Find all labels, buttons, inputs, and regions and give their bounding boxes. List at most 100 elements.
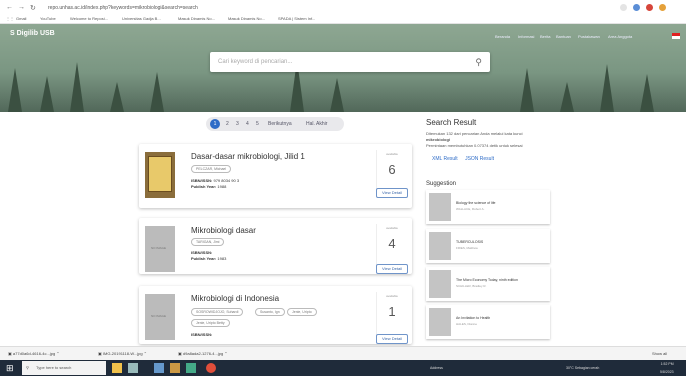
bookmark[interactable]: Universitas Gadja B... <box>122 15 161 22</box>
suggestion-item[interactable]: The Micro Economy Today, ninth edition S… <box>426 267 550 301</box>
bookmark[interactable]: SPADA | Sistem Inf... <box>278 15 315 22</box>
browser-chrome: ← → ↻ repo.unhas.ac.id/index.php?keyword… <box>0 0 686 24</box>
author-chip[interactable]: Jenie, Uripto Betty <box>191 319 230 327</box>
book-title[interactable]: Mikrobiologi dasar <box>191 226 256 235</box>
reload-icon[interactable]: ↻ <box>30 4 36 12</box>
bookmark[interactable]: Gmail <box>16 15 26 22</box>
nav-berita[interactable]: Berita <box>540 34 550 39</box>
address-toolbar[interactable]: Address <box>430 360 443 376</box>
bookmark[interactable]: Welcome to Reposi... <box>70 15 108 22</box>
suggestion-item[interactable]: An Invitation to Health HALES, Dianne <box>426 305 550 339</box>
show-all-button[interactable]: Show all <box>652 347 667 361</box>
nav-informasi[interactable]: Informasi <box>518 34 534 39</box>
publish-year: Publish Year: 1988 <box>191 184 227 189</box>
nav-pustakawan[interactable]: Pustakawan <box>578 34 600 39</box>
nav-bantuan[interactable]: Bantuan <box>556 34 571 39</box>
site-logo[interactable]: S Digilib USB <box>10 30 55 37</box>
forward-icon[interactable]: → <box>18 4 25 11</box>
search-input[interactable]: Cari keyword di pencarian... ⚲ <box>210 52 490 72</box>
book-cover[interactable]: NO IMAGE <box>145 226 175 272</box>
book-cover[interactable] <box>145 152 175 198</box>
book-cover[interactable]: NO IMAGE <box>145 294 175 340</box>
suggestion-cover <box>429 270 451 298</box>
next-page[interactable]: Berikutnya <box>268 117 292 131</box>
task-view-icon[interactable] <box>128 363 138 373</box>
availability: available 4 <box>376 224 406 268</box>
page-2[interactable]: 2 <box>226 117 229 131</box>
suggestion-author: SCHILLER, Bradley R. <box>456 284 487 288</box>
book-title[interactable]: Mikrobiologi di Indonesia <box>191 294 279 303</box>
chrome-icon[interactable] <box>206 363 216 373</box>
address-bar[interactable]: repo.unhas.ac.id/index.php?keywords=mikr… <box>44 3 624 13</box>
apps-icon[interactable]: ⋮⋮ <box>6 15 14 22</box>
suggestion-title: Biology the science of life <box>456 201 496 205</box>
clock[interactable]: 1:52 PM 5/8/2023 <box>660 360 674 376</box>
suggestion-cover <box>429 193 451 221</box>
suggestion-item[interactable]: TUBERCULOSIS FRIES, Matthew <box>426 229 550 263</box>
app-icon[interactable] <box>186 363 196 373</box>
view-detail-button[interactable]: View Detail <box>376 188 408 198</box>
app-icon[interactable] <box>112 363 122 373</box>
suggestion-title: TUBERCULOSIS <box>456 240 484 244</box>
publish-year: Publish Year: 1983 <box>191 256 227 261</box>
availability: available 1 <box>376 292 406 336</box>
json-result-link[interactable]: JSON Result <box>465 156 494 162</box>
page-5[interactable]: 5 <box>256 117 259 131</box>
file-icon: ▣ <box>98 351 102 356</box>
book-title[interactable]: Dasar-dasar mikrobiologi, Jilid 1 <box>191 152 305 161</box>
bookmark[interactable]: Masuk Dinamis No... <box>228 15 265 22</box>
suggestion-author: FRIES, Matthew <box>456 246 478 250</box>
download-item[interactable]: ▣ d9a8ada2-1276-4...jpg ⌃ <box>178 347 228 361</box>
download-item[interactable]: ▣ a77d0a6d-4616-4c...jpg ⌃ <box>8 347 60 361</box>
taskbar: ⊞ ⚲ Type here to search Address 30°C Seb… <box>0 360 686 376</box>
page-3[interactable]: 3 <box>236 117 239 131</box>
author-chip[interactable]: SOSROWIDJOJO, Suhardi <box>191 308 244 316</box>
extension-icon[interactable] <box>620 4 627 11</box>
view-detail-button[interactable]: View Detail <box>376 264 408 274</box>
page-1[interactable]: 1 <box>210 119 220 129</box>
nav-beranda[interactable]: Beranda <box>495 34 510 39</box>
view-detail-button[interactable]: View Detail <box>376 334 408 344</box>
suggestion-heading: Suggestion <box>426 181 457 187</box>
author-chip[interactable]: Jenie, Uripto <box>287 308 317 316</box>
suggestion-item[interactable]: Biology the science of life WALLACE, Rob… <box>426 190 550 224</box>
extension-icon[interactable] <box>659 4 666 11</box>
suggestion-title: The Micro Economy Today, ninth edition <box>456 278 518 282</box>
suggestion-author: HALES, Dianne <box>456 322 478 326</box>
bookmark[interactable]: YouTube <box>40 15 56 22</box>
isbn: ISBN/ISSN: <box>191 332 213 337</box>
suggestion-cover <box>429 308 451 336</box>
availability-label: available <box>386 294 398 298</box>
page-4[interactable]: 4 <box>246 117 249 131</box>
extension-icon[interactable] <box>646 4 653 11</box>
app-icon[interactable] <box>154 363 164 373</box>
profile-icon[interactable] <box>633 4 640 11</box>
windows-start-icon[interactable]: ⊞ <box>6 363 16 373</box>
weather-widget[interactable]: 30°C Sebagian cerah <box>566 360 599 376</box>
author-chip[interactable]: TARIGAN, Jimi <box>191 238 225 246</box>
file-icon: ▣ <box>178 351 182 356</box>
bookmark[interactable]: Masuk Dinamis No... <box>178 15 215 22</box>
file-icon: ▣ <box>8 351 12 356</box>
search-icon[interactable]: ⚲ <box>475 52 482 72</box>
taskbar-search[interactable]: ⚲ Type here to search <box>22 361 106 375</box>
xml-result-link[interactable]: XML Result <box>432 156 458 162</box>
result-card: Dasar-dasar mikrobiologi, Jilid 1 PELCZA… <box>139 144 412 208</box>
search-placeholder: Cari keyword di pencarian... <box>218 59 293 65</box>
back-icon[interactable]: ← <box>6 4 13 11</box>
taskbar-search-placeholder: Type here to search <box>36 365 72 370</box>
app-icon[interactable] <box>170 363 180 373</box>
availability-count: 4 <box>388 236 396 251</box>
search-result-heading: Search Result <box>426 118 477 127</box>
pagination: 1 2 3 4 5 Berikutnya Hal. Akhir <box>206 117 344 131</box>
availability-count: 1 <box>388 304 396 319</box>
result-card: NO IMAGE Mikrobiologi dasar TARIGAN, Jim… <box>139 218 412 274</box>
flag-icon[interactable] <box>672 33 680 39</box>
author-chip[interactable]: Susanto, Ign <box>255 308 285 316</box>
suggestion-author: WALLACE, Robert A. <box>456 207 485 211</box>
nav-area-anggota[interactable]: Area Anggota <box>608 34 632 39</box>
download-item[interactable]: ▣ IMG-20191118-W...jpg ⌃ <box>98 347 147 361</box>
author-chip[interactable]: PELCZAR, Michael <box>191 165 232 173</box>
last-page[interactable]: Hal. Akhir <box>306 117 327 131</box>
downloads-bar: ▣ a77d0a6d-4616-4c...jpg ⌃ ▣ IMG-2019111… <box>0 346 686 360</box>
